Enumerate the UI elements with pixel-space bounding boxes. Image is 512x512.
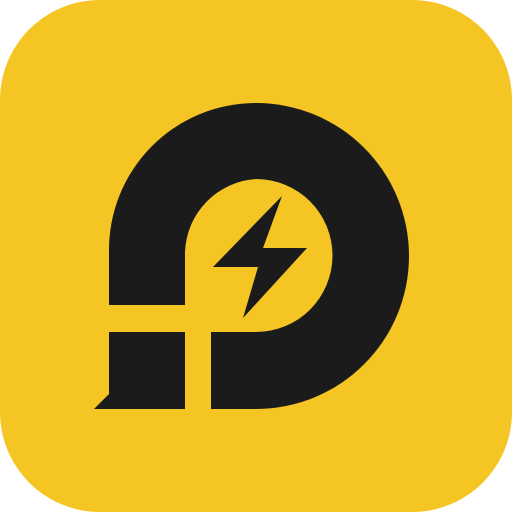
app-logo-icon[interactable]	[0, 0, 512, 512]
